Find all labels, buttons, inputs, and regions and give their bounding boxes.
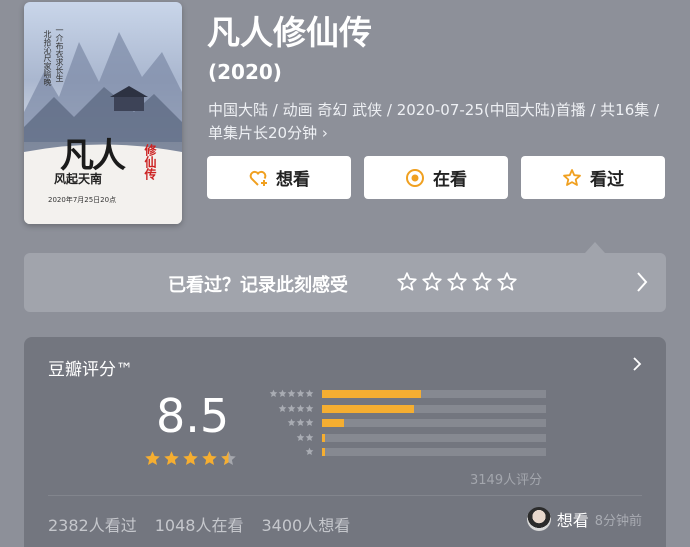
rating-count: 3149人评分 [470,473,543,488]
poster-image[interactable]: 北拾沁尺家喻晚 一介布衣求长生 凡人 修仙传 风起天南 2020年7月25日20… [24,2,182,224]
star-level-icon [278,404,314,413]
star-level-icon [269,389,314,398]
rate-star-4-icon[interactable] [471,271,493,297]
rate-star-3-icon[interactable] [446,271,468,297]
star-full-icon [182,450,199,471]
rate-star-5-icon[interactable] [496,271,518,297]
want-label: 想看 [276,170,310,190]
rating-bar-fill [322,419,345,427]
target-icon [405,168,425,188]
friend-time: 8分钟前 [594,513,642,529]
poster-tagline-2: 一介布衣求长生 [55,26,64,82]
watching-button[interactable]: 在看 [364,156,508,199]
rating-bar-track [322,433,546,442]
rating-bar-fill [322,390,421,398]
rating-bar-fill [322,404,414,413]
star-level-icon [287,418,314,427]
watching-count[interactable]: 1048人在看 [155,512,244,536]
poster-side-title: 修仙传 [143,144,157,180]
watched-button[interactable]: 看过 [521,156,665,199]
poster-date: 2020年7月25日20点 [48,196,117,204]
friend-activity[interactable]: 想看 8分钟前 [526,507,642,531]
rating-bar-track [322,404,546,413]
star-full-icon [201,450,218,471]
star-level-icon [305,447,314,456]
rate-prompt-text: 已看过？记录此刻感受 [168,275,348,296]
watched-count[interactable]: 2382人看过 [48,512,137,536]
friend-action: 想看 [556,511,589,530]
movie-title: 凡人修仙传 [207,13,372,52]
watched-label: 看过 [590,170,624,190]
rating-row-1-stars [254,447,554,457]
star-level-icon [296,433,314,442]
rating-row-3-stars [254,418,554,428]
want-button[interactable]: 想看 [207,156,351,199]
chevron-right-icon [636,271,648,297]
rate-prompt-bar[interactable]: 已看过？记录此刻感受 [24,253,666,312]
star-half-icon [220,450,237,471]
audience-stats: 2382人看过 1048人在看 3400人想看 [48,512,350,536]
rating-stars [144,450,237,471]
divider [48,495,642,496]
rating-row-4-stars [254,404,554,414]
rate-star-1-icon[interactable] [396,271,418,297]
rating-row-5-stars [254,389,554,399]
rating-row-2-stars [254,433,554,443]
rating-score: 8.5 [156,389,230,443]
chevron-right-icon[interactable] [632,356,642,376]
poster-tagline-1: 北拾沁尺家喻晚 [43,30,52,86]
rate-stars[interactable] [396,271,518,297]
movie-meta-link[interactable]: 中国大陆 / 动画 奇幻 武侠 / 2020-07-25(中国大陆)首播 / 共… [208,99,668,145]
rate-bar-pointer [585,242,605,253]
heart-plus-icon [248,168,268,188]
watching-label: 在看 [433,170,467,190]
star-icon [562,168,582,188]
rating-card: 豆瓣评分™ 8.5 3149人评分 2382人看过 1048人在看 3400人想… [24,337,666,547]
rating-bar-track [322,448,546,456]
rate-star-2-icon[interactable] [421,271,443,297]
star-full-icon [144,450,161,471]
avatar[interactable] [526,507,551,531]
star-full-icon [163,450,180,471]
want-count[interactable]: 3400人想看 [261,512,350,536]
rating-bar-fill [322,433,326,442]
movie-year: (2020) [208,60,282,84]
rating-bar-track [322,390,546,398]
rating-bar-track [322,419,546,427]
rating-bar-fill [322,448,326,456]
rating-header[interactable]: 豆瓣评分™ [48,355,133,380]
poster-subtitle: 风起天南 [54,172,103,186]
